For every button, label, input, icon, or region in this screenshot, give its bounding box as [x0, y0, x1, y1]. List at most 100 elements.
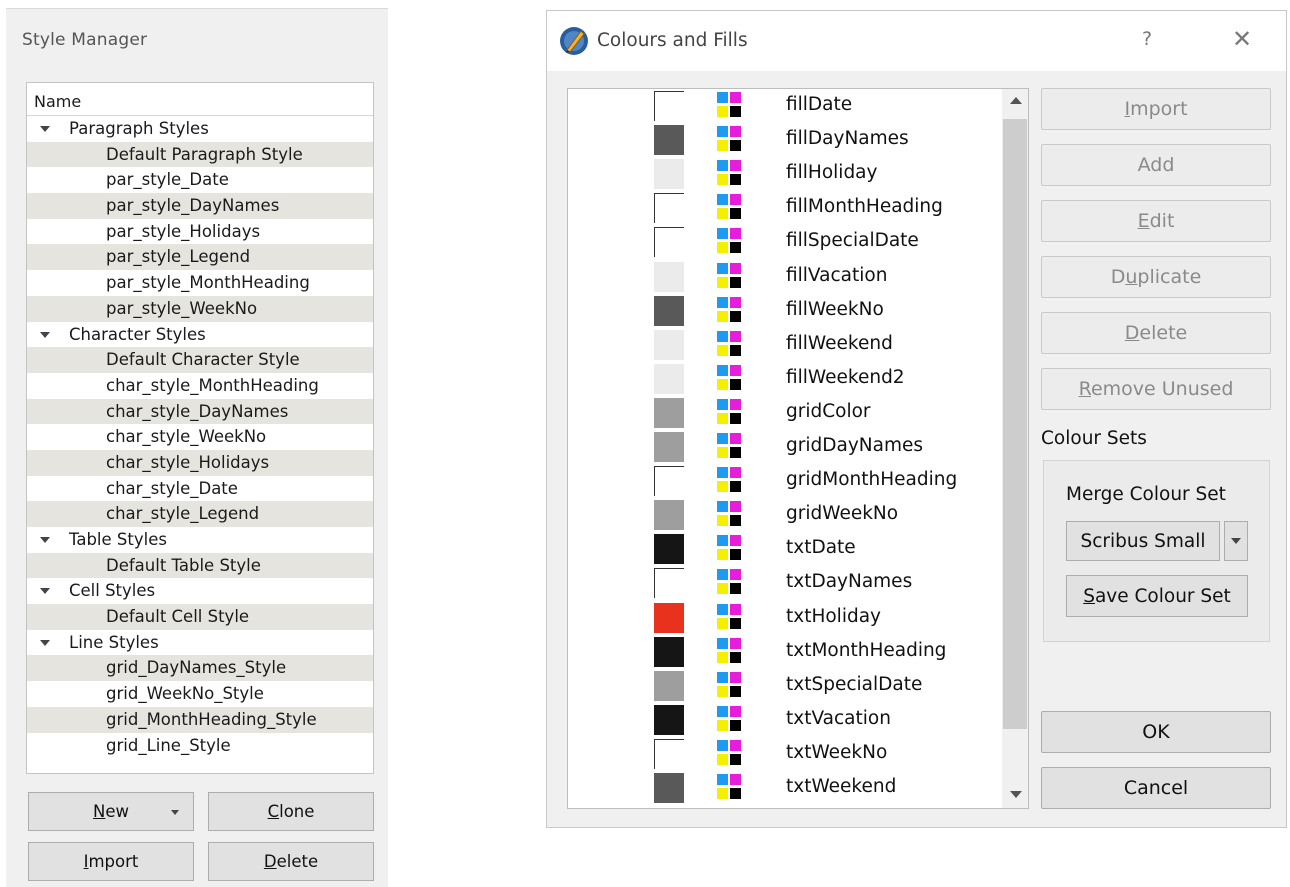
expand-caret-icon[interactable]	[40, 126, 50, 132]
colour-list-item[interactable]: fillMonthHeading	[568, 191, 1002, 225]
tree-item-row[interactable]: Default Cell Style	[27, 604, 373, 630]
colour-list-item[interactable]: gridColor	[568, 396, 1002, 430]
save-colour-set-button[interactable]: Save Colour Set	[1066, 575, 1248, 617]
tree-item-row[interactable]: char_style_MonthHeading	[27, 373, 373, 399]
colour-list-item[interactable]: txtMonthHeading	[568, 635, 1002, 669]
tree-item-row[interactable]: char_style_WeekNo	[27, 424, 373, 450]
colour-list-item[interactable]: fillHoliday	[568, 157, 1002, 191]
scroll-thumb[interactable]	[1003, 119, 1027, 729]
tree-item-row[interactable]: par_style_Holidays	[27, 219, 373, 245]
cmyk-icon	[717, 739, 743, 768]
colour-list-item[interactable]: gridWeekNo	[568, 498, 1002, 532]
tree-item-row[interactable]: grid_DayNames_Style	[27, 655, 373, 682]
edit-colour-button[interactable]: Edit	[1041, 200, 1271, 242]
colour-list-item[interactable]: txtDayNames	[568, 566, 1002, 600]
tree-row-label: Paragraph Styles	[69, 119, 209, 138]
import-colours-button[interactable]: Import	[1041, 88, 1271, 130]
colour-list-item[interactable]: txtVacation	[568, 703, 1002, 737]
colour-list-item[interactable]: txtWeekend	[568, 771, 1002, 805]
colour-swatch	[654, 500, 684, 531]
colour-name: fillWeekend2	[786, 366, 905, 388]
colour-name: txtWeekend	[786, 776, 897, 797]
help-button[interactable]: ?	[1142, 28, 1152, 50]
colour-list-scrollbar[interactable]	[1002, 89, 1028, 808]
tree-item-row[interactable]: grid_Line_Style	[27, 733, 373, 759]
colour-list-item[interactable]: gridDayNames	[568, 430, 1002, 464]
chevron-down-icon[interactable]	[171, 810, 179, 815]
tree-column-header-name[interactable]: Name	[27, 83, 373, 116]
new-button-label: New	[93, 802, 129, 821]
colour-list-item[interactable]: fillDayNames	[568, 123, 1002, 157]
colour-list[interactable]: fillDate fillDayNames fillHoliday fillMonth…	[567, 88, 1029, 809]
delete-colour-button[interactable]: Delete	[1041, 312, 1271, 354]
expand-caret-icon[interactable]	[40, 331, 50, 338]
colour-list-item[interactable]: fillDate	[568, 89, 1002, 123]
delete-colour-label: Delete	[1124, 322, 1188, 344]
import-button-label: Import	[83, 852, 139, 871]
ok-button[interactable]: OK	[1041, 711, 1271, 753]
tree-item-row[interactable]: par_style_Date	[27, 167, 373, 193]
colour-list-item[interactable]: fillWeekend2	[568, 362, 1002, 396]
colour-swatch	[654, 125, 684, 156]
colour-list-item[interactable]: fillVacation	[568, 260, 1002, 294]
tree-item-row[interactable]: grid_WeekNo_Style	[27, 681, 373, 707]
colour-name: fillSpecialDate	[786, 230, 919, 252]
colours-and-fills-dialog: Colours and Fills ? ✕ fillDate fillDayNam…	[546, 10, 1287, 828]
tree-item-row[interactable]: char_style_Holidays	[27, 449, 373, 476]
tree-item-row[interactable]: char_style_DayNames	[27, 398, 373, 425]
cmyk-icon	[717, 774, 743, 802]
colour-list-item[interactable]: fillWeekNo	[568, 294, 1002, 328]
colour-swatch	[654, 363, 684, 394]
tree-group-row[interactable]: Cell Styles	[27, 578, 373, 604]
colour-list-item[interactable]: gridMonthHeading	[568, 464, 1002, 498]
colour-set-select[interactable]: Scribus Small	[1066, 521, 1220, 561]
colour-name: txtDayNames	[786, 571, 913, 593]
colour-name: txtWeekNo	[786, 741, 888, 763]
cancel-button[interactable]: Cancel	[1041, 767, 1271, 809]
scroll-up-arrow-icon[interactable]	[1010, 97, 1022, 104]
close-icon[interactable]: ✕	[1232, 27, 1252, 51]
colour-list-item[interactable]: fillWeekend	[568, 328, 1002, 362]
tree-item-row[interactable]: grid_MonthHeading_Style	[27, 706, 373, 733]
clone-style-button[interactable]: Clone	[208, 792, 374, 831]
tree-item-row[interactable]: Default Paragraph Style	[27, 141, 373, 168]
expand-caret-icon[interactable]	[40, 639, 50, 646]
tree-group-row[interactable]: Table Styles	[27, 527, 373, 553]
colour-list-item[interactable]: txtHoliday	[568, 601, 1002, 635]
duplicate-colour-button[interactable]: Duplicate	[1041, 256, 1271, 298]
tree-group-row[interactable]: Paragraph Styles	[27, 116, 373, 142]
import-style-button[interactable]: Import	[28, 842, 194, 881]
new-style-button[interactable]: New	[28, 792, 194, 831]
tree-item-row[interactable]: par_style_Legend	[27, 244, 373, 271]
tree-row-label: par_style_Legend	[106, 247, 251, 267]
colour-name: gridDayNames	[786, 435, 923, 456]
tree-group-row[interactable]: Character Styles	[27, 322, 373, 348]
tree-item-row[interactable]: par_style_DayNames	[27, 193, 373, 219]
tree-item-row[interactable]: Default Character Style	[27, 347, 373, 373]
remove-unused-button[interactable]: Remove Unused	[1041, 368, 1271, 410]
cmyk-icon	[717, 262, 743, 291]
add-colour-button[interactable]: Add	[1041, 144, 1271, 186]
style-tree[interactable]: Name Paragraph Styles Default Paragraph S…	[26, 82, 374, 774]
expand-caret-icon[interactable]	[40, 588, 50, 595]
expand-caret-icon[interactable]	[40, 537, 50, 543]
scroll-down-arrow-icon[interactable]	[1010, 791, 1022, 798]
colour-list-item[interactable]: txtDate	[568, 532, 1002, 566]
tree-item-row[interactable]: par_style_WeekNo	[27, 295, 373, 322]
colour-set-dropdown-button[interactable]	[1224, 521, 1248, 561]
colour-swatch	[654, 738, 684, 769]
tree-group-row[interactable]: Line Styles	[27, 630, 373, 656]
tree-row-label: Default Paragraph Style	[106, 144, 303, 164]
tree-row-label: char_style_Legend	[106, 504, 260, 524]
tree-item-row[interactable]: Default Table Style	[27, 552, 373, 579]
colour-list-item[interactable]: txtSpecialDate	[568, 669, 1002, 703]
delete-style-button[interactable]: Delete	[208, 842, 374, 881]
colour-name: txtDate	[786, 537, 856, 559]
colour-swatch	[654, 329, 684, 360]
colour-list-item[interactable]: fillSpecialDate	[568, 225, 1002, 259]
tree-row-label: grid_WeekNo_Style	[106, 684, 264, 704]
tree-item-row[interactable]: char_style_Legend	[27, 501, 373, 527]
tree-item-row[interactable]: char_style_Date	[27, 476, 373, 502]
colour-list-item[interactable]: txtWeekNo	[568, 737, 1002, 771]
tree-item-row[interactable]: par_style_MonthHeading	[27, 270, 373, 296]
